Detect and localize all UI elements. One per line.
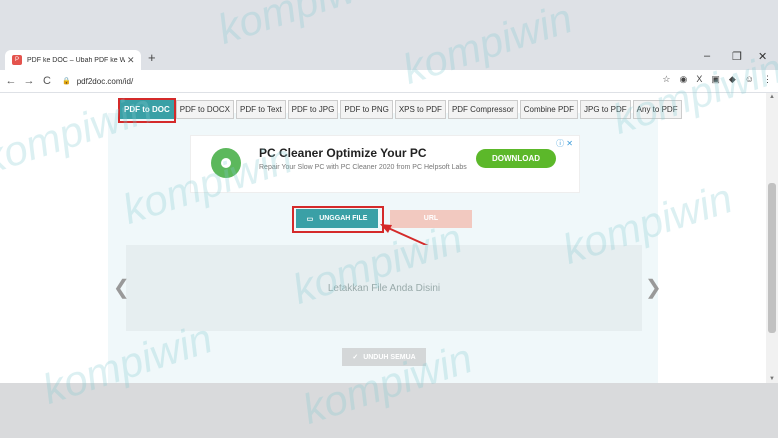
- tab-strip: P PDF ke DOC – Ubah PDF ke Word ✕ + – ❐ …: [0, 48, 778, 70]
- star-icon[interactable]: ☆: [662, 74, 670, 85]
- lock-icon: 🔒: [62, 78, 71, 85]
- tool-tabs: PDF to DOC PDF to DOCX PDF to Text PDF t…: [120, 100, 682, 119]
- tab-any-to-pdf[interactable]: Any to PDF: [632, 100, 682, 119]
- forward-icon[interactable]: →: [22, 75, 36, 87]
- prev-arrow-icon[interactable]: ❮: [113, 275, 130, 300]
- profile-icon[interactable]: ☺: [745, 74, 754, 85]
- minimize-icon[interactable]: –: [704, 50, 710, 62]
- favicon-icon: P: [12, 55, 22, 65]
- new-tab-button[interactable]: +: [148, 50, 156, 65]
- tab-pdf-to-jpg[interactable]: PDF to JPG: [287, 100, 339, 119]
- eye-icon[interactable]: ◉: [679, 74, 687, 85]
- highlight-box: [118, 98, 176, 123]
- download-all-label: UNDUH SEMUA: [363, 353, 416, 361]
- scroll-down-icon[interactable]: ▼: [769, 376, 775, 382]
- tab-jpg-to-pdf[interactable]: JPG to PDF: [579, 100, 631, 119]
- next-arrow-icon[interactable]: ❯: [645, 275, 662, 300]
- tab-pdf-to-docx[interactable]: PDF to DOCX: [175, 100, 235, 119]
- address-bar[interactable]: 🔒 pdf2doc.com/id/: [62, 73, 133, 89]
- puzzle-icon[interactable]: ◆: [729, 74, 736, 85]
- browser-tab[interactable]: P PDF ke DOC – Ubah PDF ke Word ✕: [5, 50, 141, 70]
- tab-combine-pdf[interactable]: Combine PDF: [519, 100, 578, 119]
- back-icon[interactable]: ←: [4, 75, 18, 87]
- extension-icon[interactable]: ▣: [711, 74, 720, 85]
- reload-icon[interactable]: C: [40, 75, 54, 87]
- tab-pdf-compressor[interactable]: PDF Compressor: [447, 100, 518, 119]
- close-window-icon[interactable]: ✕: [758, 50, 767, 63]
- scrollbar[interactable]: ▲ ▼: [766, 93, 778, 383]
- drop-zone-label: Letakkan File Anda Disini: [327, 283, 441, 294]
- tab-xps-to-pdf[interactable]: XPS to PDF: [394, 100, 446, 119]
- browser-toolbar: ← → C 🔒 pdf2doc.com/id/ ☆ ◉ X ▣ ◆ ☺ ⋮: [0, 70, 778, 92]
- drop-zone[interactable]: Letakkan File Anda Disini: [126, 245, 642, 331]
- address-text: pdf2doc.com/id/: [76, 76, 134, 86]
- ad-download-button[interactable]: DOWNLOAD: [476, 149, 556, 168]
- ad-choices-icon[interactable]: ⓘ ✕: [556, 138, 573, 149]
- browser-chrome: P PDF ke DOC – Ubah PDF ke Word ✕ + – ❐ …: [0, 0, 778, 93]
- highlight-box: [292, 206, 384, 233]
- page-viewport: PDF to DOC PDF to DOCX PDF to Text PDF t…: [0, 93, 766, 383]
- ad-headline: PC Cleaner Optimize Your PC: [259, 146, 427, 160]
- tab-title: PDF ke DOC – Ubah PDF ke Word: [27, 56, 125, 64]
- download-all-button[interactable]: ✓ UNDUH SEMUA: [342, 348, 426, 366]
- close-tab-icon[interactable]: ✕: [127, 55, 135, 66]
- maximize-icon[interactable]: ❐: [732, 50, 742, 63]
- tab-pdf-to-png[interactable]: PDF to PNG: [340, 100, 393, 119]
- check-icon: ✓: [352, 354, 359, 361]
- tab-pdf-to-text[interactable]: PDF to Text: [236, 100, 286, 119]
- x-extension-icon[interactable]: X: [696, 74, 702, 85]
- scrollbar-thumb[interactable]: [768, 183, 776, 333]
- ad-description: Repair Your Slow PC with PC Cleaner 2020…: [259, 164, 467, 171]
- scroll-up-icon[interactable]: ▲: [769, 94, 775, 100]
- menu-icon[interactable]: ⋮: [763, 74, 772, 85]
- advertisement[interactable]: PC Cleaner Optimize Your PC Repair Your …: [190, 135, 580, 193]
- extension-icons: ☆ ◉ X ▣ ◆ ☺ ⋮: [662, 74, 772, 85]
- pc-cleaner-logo-icon: [211, 148, 241, 178]
